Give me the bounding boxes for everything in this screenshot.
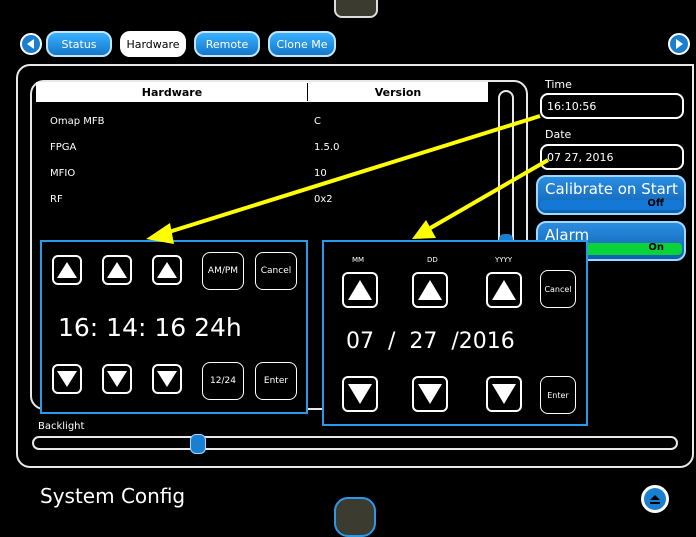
- annotation-arrows: [146, 114, 550, 244]
- arrowhead-icon: [146, 223, 174, 244]
- arrowhead-icon: [412, 220, 436, 239]
- arrow-to-date-popup: [418, 158, 550, 236]
- arrow-to-time-popup: [155, 114, 541, 238]
